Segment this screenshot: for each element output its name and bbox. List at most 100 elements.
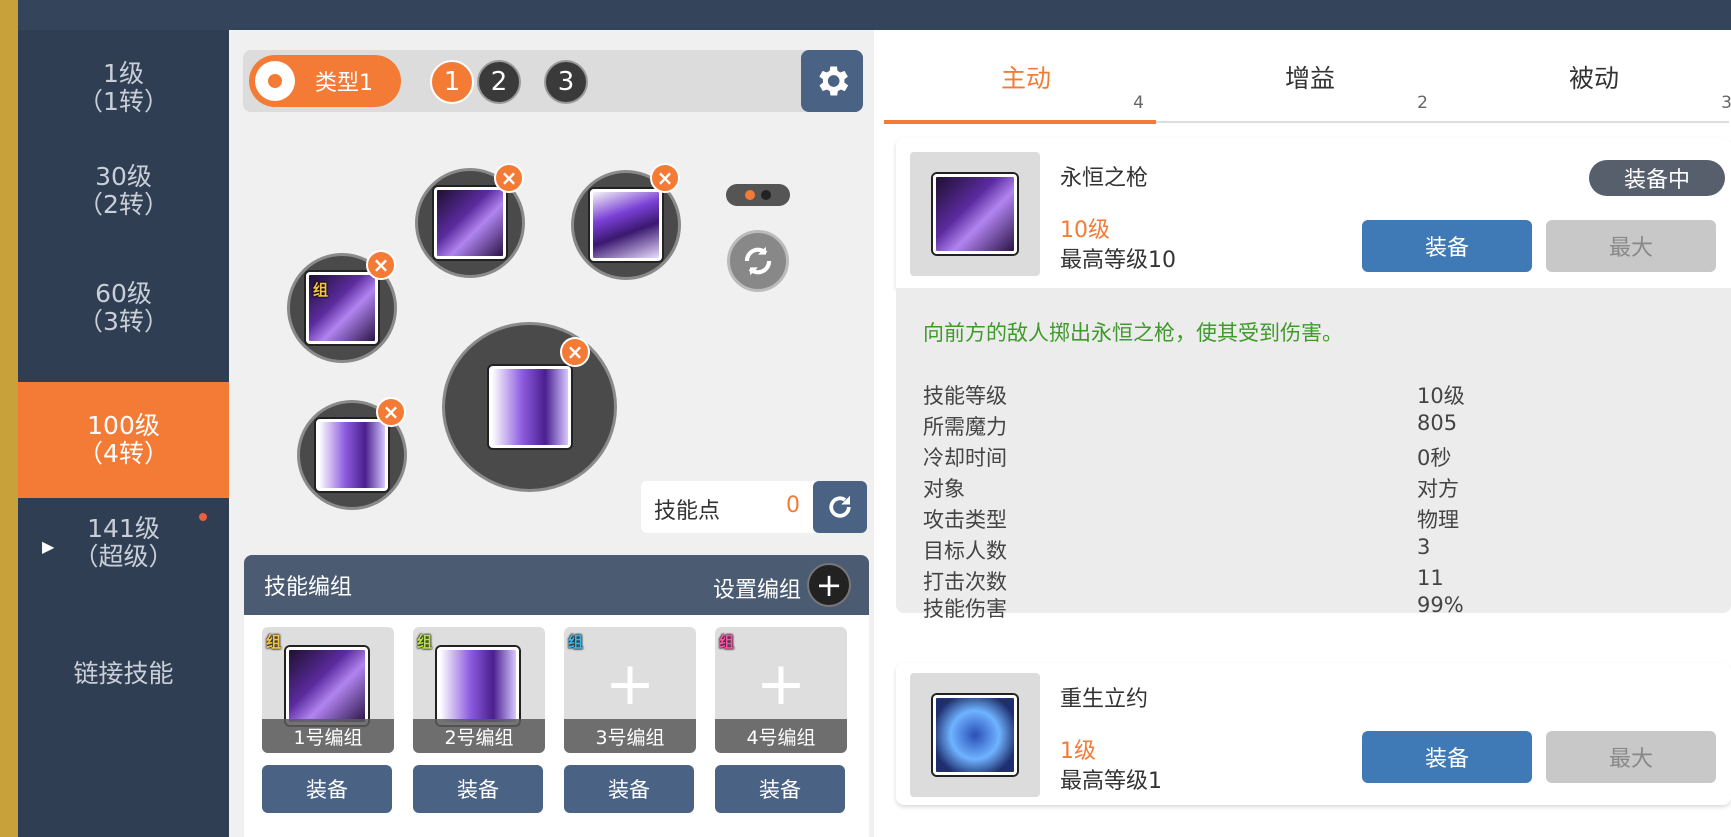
sidebar-item-label: 60级 <box>95 279 152 308</box>
max-level-button[interactable]: 最大 <box>1546 220 1716 272</box>
group-equip-button[interactable]: 装备 <box>715 765 845 813</box>
stat-row: 所需魔力 805 <box>923 411 1703 441</box>
reset-skill-points-button[interactable] <box>813 481 867 533</box>
sidebar-item-sublabel: （3转） <box>78 307 169 336</box>
sidebar-item-link-skills[interactable]: 链接技能 <box>18 616 229 732</box>
preset-3-button[interactable]: 3 <box>544 60 588 104</box>
sidebar-item-level-141[interactable]: ▶ 141级 （超级） <box>18 485 229 601</box>
equip-button[interactable]: 装备 <box>1362 731 1532 783</box>
group-tag: 组 <box>568 633 584 651</box>
tab-label: 主动 <box>1000 64 1051 93</box>
stat-value: 11 <box>1417 566 1444 590</box>
rotate-slots-button[interactable] <box>727 230 789 292</box>
stat-row: 技能等级 10级 <box>923 380 1703 410</box>
group-equip-button[interactable]: 装备 <box>262 765 392 813</box>
type-label: 类型1 <box>315 71 373 96</box>
preset-2-button[interactable]: 2 <box>477 60 521 104</box>
sidebar-item-label: 30级 <box>95 162 152 191</box>
skill-group-title: 技能编组 <box>264 575 353 600</box>
page-dot <box>761 190 771 200</box>
remove-skill-button[interactable]: × <box>376 397 406 427</box>
tab-count: 3 <box>1721 93 1731 113</box>
stat-value: 99% <box>1417 593 1464 617</box>
sidebar-item-sublabel: （超级） <box>73 542 174 571</box>
stat-row: 攻击类型 物理 <box>923 504 1703 534</box>
tab-passive-skills[interactable]: 被动 3 <box>1452 30 1731 124</box>
type-selector-bar: 类型1 1 2 3 <box>243 50 863 112</box>
skill-group-card-4[interactable]: + 组 4号编组 <box>715 627 847 753</box>
remove-skill-button[interactable]: × <box>494 163 524 193</box>
skill-spear-rush-icon <box>488 366 571 448</box>
add-group-button[interactable]: + <box>807 563 851 607</box>
skill-name: 重生立约 <box>1060 687 1149 712</box>
skill-level: 1级 <box>1060 739 1096 764</box>
skill-icon-frame <box>910 152 1040 276</box>
stat-label: 目标人数 <box>923 539 1007 563</box>
skill-setup-panel: 类型1 1 2 3 × × 组 × × × 技能点 0 技能编组 设置编组 + … <box>229 30 874 837</box>
equip-button[interactable]: 装备 <box>1362 220 1532 272</box>
stat-row: 打击次数 11 <box>923 566 1703 596</box>
skill-slot[interactable]: × <box>571 163 681 280</box>
skill-group-card-2[interactable]: 组 2号编组 <box>413 627 545 753</box>
sidebar-item-level-30[interactable]: 30级 （2转） <box>18 133 229 249</box>
skill-dark-wave-icon <box>590 189 662 261</box>
group-tag: 组 <box>719 633 735 651</box>
skill-max-level: 最高等级10 <box>1060 248 1176 273</box>
skill-points-value: 0 <box>786 493 800 518</box>
sidebar-item-sublabel: （1转） <box>78 87 169 116</box>
sidebar-item-level-1[interactable]: 1级 （1转） <box>18 30 229 146</box>
skill-card[interactable]: 永恒之枪 10级 最高等级10 装备中 装备 最大 <box>896 138 1731 288</box>
remove-skill-button[interactable]: × <box>650 163 680 193</box>
skill-slot[interactable]: × <box>415 163 525 278</box>
group-equip-button[interactable]: 装备 <box>564 765 694 813</box>
stat-value: 805 <box>1417 411 1458 435</box>
remove-skill-button[interactable]: × <box>366 250 396 280</box>
skill-eternal-spear-icon <box>434 187 506 259</box>
stat-label: 冷却时间 <box>923 446 1007 470</box>
skill-description: 向前方的敌人掷出永恒之枪，使其受到伤害。 <box>923 321 1343 345</box>
group-equip-button[interactable]: 装备 <box>413 765 543 813</box>
tab-active-skills[interactable]: 主动 4 <box>884 30 1168 124</box>
skill-points-box: 技能点 0 <box>641 481 867 533</box>
skill-icon-frame <box>910 673 1040 797</box>
skill-group-card-1[interactable]: 组 1号编组 <box>262 627 394 753</box>
equipped-badge: 装备中 <box>1589 160 1725 196</box>
max-level-button[interactable]: 最大 <box>1546 731 1716 783</box>
notification-dot <box>199 513 207 521</box>
expand-arrow-icon: ▶ <box>42 537 55 556</box>
stat-label: 技能等级 <box>923 384 1007 408</box>
skill-slot[interactable]: × <box>297 397 407 510</box>
skill-list-panel: 主动 4 增益 2 被动 3 永恒之枪 10级 最高等级10 装备中 装备 最大… <box>874 30 1731 837</box>
skill-card[interactable]: 重生立约 1级 最高等级1 装备 最大 <box>896 663 1731 805</box>
sidebar-item-level-60[interactable]: 60级 （3转） <box>18 250 229 366</box>
stat-label: 所需魔力 <box>923 415 1007 439</box>
skill-spear-rush-icon <box>437 647 519 725</box>
top-bar <box>0 0 1731 30</box>
skill-level: 10级 <box>1060 218 1110 243</box>
page-toggle[interactable] <box>726 184 790 206</box>
skill-slot-main[interactable]: × <box>442 322 617 492</box>
type-toggle-button[interactable]: 类型1 <box>249 55 401 107</box>
tab-count: 4 <box>1133 93 1144 113</box>
refresh-icon <box>829 495 851 518</box>
sidebar-item-level-100[interactable]: 100级 （4转） <box>18 382 229 498</box>
stat-label: 攻击类型 <box>923 508 1007 532</box>
page-dot-active <box>745 190 755 200</box>
stat-label: 对象 <box>923 477 965 501</box>
remove-skill-button[interactable]: × <box>560 337 590 367</box>
stat-label: 打击次数 <box>923 570 1007 594</box>
skill-eternal-spear-icon: 组 <box>306 272 378 344</box>
stat-value: 3 <box>1417 535 1431 559</box>
skill-eternal-spear-icon <box>933 174 1017 254</box>
set-group-label: 设置编组 <box>712 578 801 603</box>
skill-detail-panel: 向前方的敌人掷出永恒之枪，使其受到伤害。 技能等级 10级 所需魔力 805 冷… <box>896 288 1731 613</box>
preset-1-button[interactable]: 1 <box>430 60 474 104</box>
stat-row: 对象 对方 <box>923 473 1703 503</box>
sidebar-item-sublabel: （4转） <box>78 439 169 468</box>
tab-buff-skills[interactable]: 增益 2 <box>1168 30 1452 124</box>
skill-group-card-3[interactable]: + 组 3号编组 <box>564 627 696 753</box>
settings-button[interactable] <box>801 50 863 112</box>
skill-slot[interactable]: 组 × <box>287 250 397 363</box>
gear-icon <box>819 66 849 96</box>
stat-value: 10级 <box>1417 384 1465 408</box>
